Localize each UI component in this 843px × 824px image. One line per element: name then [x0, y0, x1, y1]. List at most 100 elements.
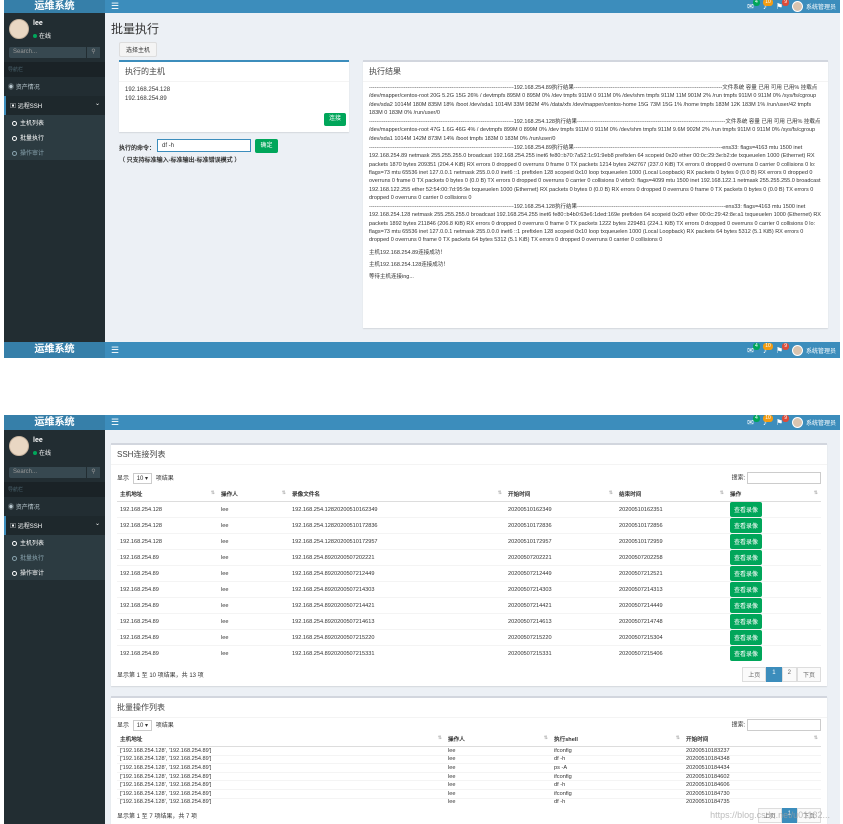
- sidebar-item-batch-exec[interactable]: 批量执行: [4, 130, 105, 145]
- bell-icon[interactable]: ♪ 10: [763, 0, 773, 13]
- menu-toggle-icon[interactable]: ☰: [111, 342, 119, 358]
- table-cell: 192.168.254.128: [117, 517, 218, 534]
- mail-icon[interactable]: ✉ 4: [747, 415, 760, 429]
- table-cell: 查看录像: [727, 533, 821, 550]
- search-icon[interactable]: ⚲: [86, 47, 100, 58]
- table-cell: 查看录像: [727, 645, 821, 661]
- batch-list-box: 批量操作列表 显示 10 ▾ 项结果 搜索: 主机地址 ⇅ 操作人 ⇅ 执行shel…: [111, 696, 827, 824]
- cmd-label: 执行的命令：: [119, 146, 156, 152]
- table-cell: lee: [218, 645, 289, 661]
- next-page-button[interactable]: 下页: [796, 667, 821, 682]
- batch-table-body: ['192.168.254.128', '192.168.254.89'] lee…: [117, 746, 821, 807]
- page-size-select[interactable]: 10 ▾: [132, 473, 153, 484]
- connect-button[interactable]: 连接: [324, 113, 346, 126]
- col-header[interactable]: 开始时间 ⇅: [505, 487, 616, 502]
- table-cell: 192.168.254.89: [117, 597, 218, 614]
- ssh-submenu: 主机列表 批量执行 操作审计: [4, 115, 105, 160]
- host-list: 192.168.254.128 192.168.254.89: [119, 82, 349, 108]
- view-recording-button[interactable]: 查看录像: [730, 630, 763, 645]
- view-recording-button[interactable]: 查看录像: [730, 582, 763, 597]
- page-button[interactable]: 2: [781, 667, 797, 682]
- confirm-button[interactable]: 确定: [255, 139, 278, 153]
- view-recording-button[interactable]: 查看录像: [730, 518, 763, 533]
- search-icon[interactable]: ⚲: [86, 467, 100, 478]
- table-cell: lee: [445, 780, 551, 790]
- view-recording-button[interactable]: 查看录像: [730, 566, 763, 581]
- table-cell: ['192.168.254.128', '192.168.254.89']: [117, 797, 445, 807]
- col-header[interactable]: 主机地址 ⇅: [117, 487, 218, 502]
- table-search-input[interactable]: [747, 719, 821, 731]
- flag-icon[interactable]: ⚑ 9: [776, 0, 789, 13]
- brand-logo[interactable]: 运维系统: [4, 342, 105, 358]
- brand-logo[interactable]: 运维系统: [4, 415, 105, 430]
- result-block: ----------------------------------------…: [369, 85, 818, 116]
- menu-toggle-icon[interactable]: ☰: [111, 0, 119, 13]
- user-name: lee: [33, 437, 43, 444]
- menu-toggle-icon[interactable]: ☰: [111, 415, 119, 430]
- view-recording-button[interactable]: 查看录像: [730, 646, 763, 661]
- table-cell: 查看录像: [727, 597, 821, 614]
- page-title: 批量执行: [111, 22, 160, 36]
- view-recording-button[interactable]: 查看录像: [730, 614, 763, 629]
- mail-icon[interactable]: ✉ 4: [747, 342, 760, 357]
- sidebar: 运维系统 lee 在线 Search... ⚲ 导航栏 ◉ 资产情况 ▣ 远程SS…: [4, 0, 105, 342]
- ssh-table: 主机地址 ⇅ 操作人 ⇅ 录像文件名 ⇅ 开始时间 ⇅ 结束时间 ⇅ 操作 ⇅ 192.16…: [117, 487, 821, 661]
- view-recording-button[interactable]: 查看录像: [730, 502, 763, 517]
- sidebar-item-host-list[interactable]: 主机列表: [4, 535, 105, 550]
- table-row: 192.168.254.89 lee 192.168.254.89202005072…: [117, 645, 821, 661]
- hint-text: （ 只支持标准输入-标准输出-标准错误模式 ）: [119, 158, 241, 164]
- table-cell: 查看录像: [727, 581, 821, 598]
- col-header[interactable]: 执行shell ⇅: [551, 732, 683, 747]
- sidebar-item-batch-exec[interactable]: 批量执行: [4, 550, 105, 565]
- select-host-button[interactable]: 选择主机: [119, 42, 158, 57]
- sidebar-item-ssh[interactable]: ▣ 远程SSH ⌄: [4, 516, 105, 535]
- mail-icon[interactable]: ✉ 4: [747, 0, 760, 13]
- table-cell: 查看录像: [727, 549, 821, 566]
- view-recording-button[interactable]: 查看录像: [730, 550, 763, 565]
- search-input[interactable]: Search... ⚲: [9, 47, 100, 58]
- command-input[interactable]: df -h: [157, 139, 251, 152]
- page-size-select[interactable]: 10 ▾: [132, 720, 153, 731]
- table-row: ['192.168.254.128', '192.168.254.89'] lee…: [117, 746, 821, 756]
- user-menu[interactable]: 系统管理员: [791, 417, 836, 428]
- table-row: 192.168.254.128 lee 192.168.254.1282020051…: [117, 533, 821, 550]
- sidebar-item-ssh[interactable]: ▣ 远程SSH ⌄: [4, 96, 105, 115]
- col-header[interactable]: 操作 ⇅: [727, 487, 821, 502]
- table-cell: 192.168.254.12820200510162349: [289, 501, 505, 518]
- col-header[interactable]: 开始时间 ⇅: [683, 732, 821, 747]
- main-content: 批量执行 选择主机 执行的主机 192.168.254.128 192.168.…: [105, 13, 840, 342]
- sidebar-item-audit[interactable]: 操作审计: [4, 145, 105, 160]
- col-header[interactable]: 录像文件名 ⇅: [289, 487, 505, 502]
- view-recording-button[interactable]: 查看录像: [730, 534, 763, 549]
- sidebar-item-host-list[interactable]: 主机列表: [4, 115, 105, 130]
- flag-icon[interactable]: ⚑ 9: [776, 415, 789, 429]
- col-header[interactable]: 结束时间 ⇅: [616, 487, 727, 502]
- table-info: 显示第 1 至 10 项结果，共 13 项: [117, 673, 204, 679]
- table-cell: 20200510162349: [505, 501, 616, 518]
- col-header[interactable]: 操作人 ⇅: [445, 732, 551, 747]
- table-cell: ['192.168.254.128', '192.168.254.89']: [117, 754, 445, 764]
- sidebar-item-audit[interactable]: 操作审计: [4, 565, 105, 580]
- table-cell: 192.168.254.128: [117, 501, 218, 518]
- table-cell: 20200510184348: [683, 754, 821, 764]
- table-cell: 查看录像: [727, 629, 821, 646]
- table-cell: 20200507215406: [616, 645, 727, 661]
- view-recording-button[interactable]: 查看录像: [730, 598, 763, 613]
- table-cell: ['192.168.254.128', '192.168.254.89']: [117, 746, 445, 756]
- user-menu[interactable]: 系统管理员: [791, 1, 836, 12]
- page-button[interactable]: 1: [766, 667, 782, 682]
- prev-page-button[interactable]: 上页: [742, 667, 767, 682]
- brand-logo[interactable]: 运维系统: [4, 0, 105, 13]
- bell-icon[interactable]: ♪ 10: [763, 415, 773, 429]
- col-header[interactable]: 主机地址 ⇅: [117, 732, 445, 747]
- table-cell: 192.168.254.128: [117, 533, 218, 550]
- search-input[interactable]: Search... ⚲: [9, 467, 100, 478]
- sidebar-item-asset[interactable]: ◉ 资产情况: [4, 497, 105, 516]
- user-menu[interactable]: 系统管理员: [791, 344, 836, 356]
- sidebar-item-asset[interactable]: ◉ 资产情况: [4, 77, 105, 96]
- table-search-input[interactable]: [747, 472, 821, 484]
- table-cell: 192.168.254.89: [117, 549, 218, 566]
- col-header[interactable]: 操作人 ⇅: [218, 487, 289, 502]
- flag-icon[interactable]: ⚑ 9: [776, 342, 789, 357]
- bell-icon[interactable]: ♪ 10: [763, 342, 773, 357]
